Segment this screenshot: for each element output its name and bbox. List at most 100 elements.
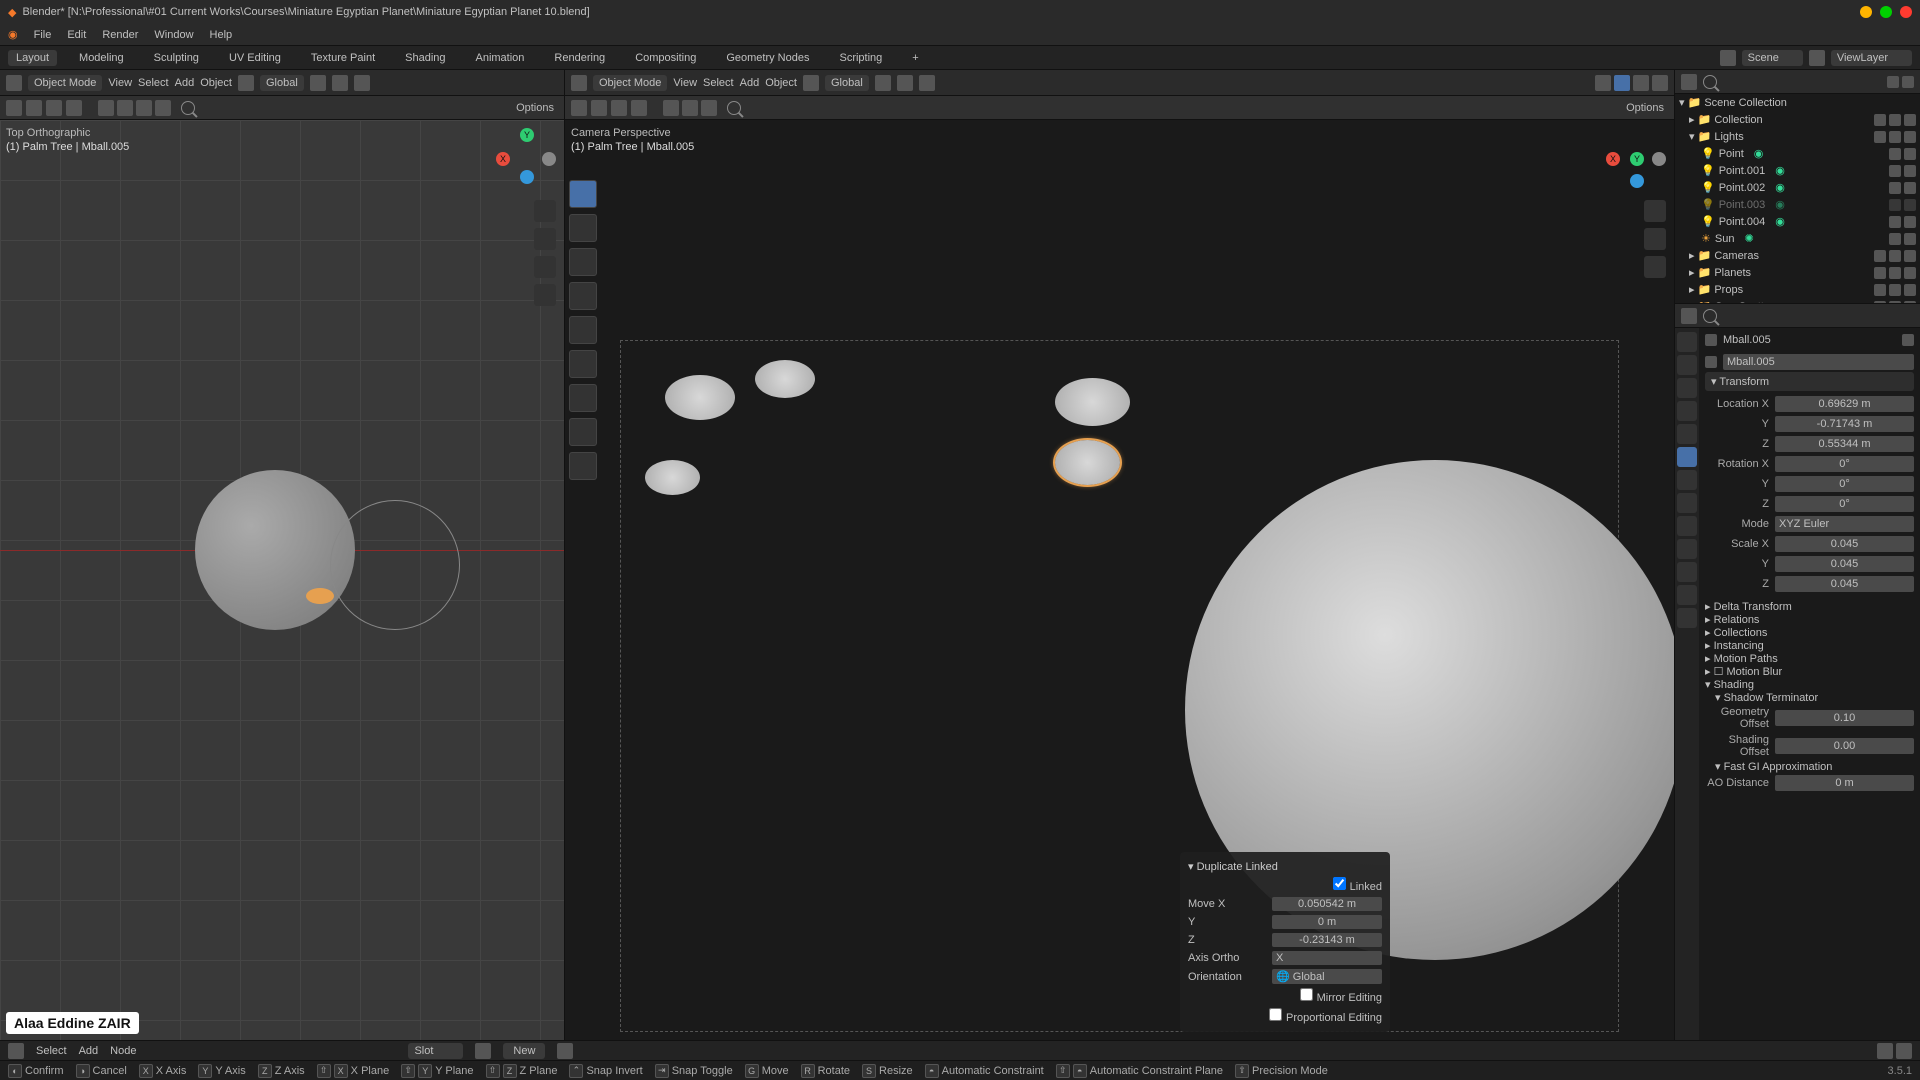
minimize-button[interactable] <box>1860 6 1872 18</box>
light-data-icon[interactable]: ◉ <box>1754 147 1764 160</box>
cloud-object[interactable] <box>755 360 815 398</box>
tab-layout[interactable]: Layout <box>8 50 57 66</box>
blender-icon[interactable]: ◉ <box>8 28 18 41</box>
tab-uv-editing[interactable]: UV Editing <box>221 50 289 66</box>
render-icon[interactable] <box>1904 182 1916 194</box>
options-dropdown[interactable]: Options <box>516 102 558 114</box>
render-icon[interactable] <box>1904 165 1916 177</box>
orientation-icon[interactable] <box>803 75 819 91</box>
gizmo-nx-icon[interactable] <box>1652 152 1666 166</box>
maximize-button[interactable] <box>1880 6 1892 18</box>
tab-compositing[interactable]: Compositing <box>627 50 704 66</box>
menu-add[interactable]: Add <box>740 77 760 89</box>
render-icon[interactable] <box>1904 131 1916 143</box>
exclude-icon[interactable] <box>1874 284 1886 296</box>
matpre-shading-icon[interactable] <box>136 100 152 116</box>
render-shading-icon[interactable] <box>155 100 171 116</box>
render-icon[interactable] <box>1904 267 1916 279</box>
physics-tab-icon[interactable] <box>1677 516 1697 536</box>
nav-gizmo[interactable]: X Y <box>496 128 556 188</box>
tool-rotate[interactable] <box>569 282 597 310</box>
options-dropdown[interactable]: Options <box>1626 102 1668 114</box>
rot-x-field[interactable]: 0° <box>1775 456 1914 472</box>
menu-object[interactable]: Object <box>200 77 232 89</box>
move-y-field[interactable]: 0 m <box>1272 915 1382 929</box>
menu-help[interactable]: Help <box>210 29 233 41</box>
light-data-icon[interactable]: ◉ <box>1775 215 1785 228</box>
pin-icon[interactable] <box>1902 334 1914 346</box>
planets-collection[interactable]: ▸ 📁 Planets <box>1689 266 1751 279</box>
relations-section[interactable]: ▸ Relations <box>1705 613 1914 626</box>
geo-offset-field[interactable]: 0.10 <box>1775 710 1914 726</box>
close-button[interactable] <box>1900 6 1912 18</box>
exclude-icon[interactable] <box>1874 267 1886 279</box>
orientation-icon[interactable] <box>238 75 254 91</box>
zoom-icon[interactable] <box>1644 200 1666 222</box>
menu-select[interactable]: Select <box>138 77 169 89</box>
scene-tab-icon[interactable] <box>1677 401 1697 421</box>
render-icon[interactable] <box>1904 216 1916 228</box>
shad-offset-field[interactable]: 0.00 <box>1775 738 1914 754</box>
new-material-button[interactable]: New <box>503 1043 545 1059</box>
cameras-collection[interactable]: ▸ 📁 Cameras <box>1689 249 1759 262</box>
render-icon[interactable] <box>1904 284 1916 296</box>
slot-selector[interactable]: Slot <box>408 1043 463 1059</box>
mesh-display-icon[interactable] <box>701 100 717 116</box>
delta-transform-section[interactable]: ▸ Delta Transform <box>1705 600 1914 613</box>
selected-cloud-top[interactable] <box>306 588 334 604</box>
cursor-icon[interactable] <box>591 100 607 116</box>
mode-selector[interactable]: Object Mode <box>593 75 667 91</box>
object-name[interactable]: Mball.005 <box>1723 334 1771 346</box>
light-item[interactable]: Sun <box>1715 233 1735 245</box>
scene-selector[interactable]: Scene <box>1742 50 1803 66</box>
light-item[interactable]: Point.003 <box>1719 199 1765 211</box>
snap-icon[interactable] <box>897 75 913 91</box>
eye-icon[interactable] <box>1889 267 1901 279</box>
solid-shading-icon[interactable] <box>117 100 133 116</box>
render-icon[interactable] <box>1904 199 1916 211</box>
light-item[interactable]: Point.001 <box>1719 165 1765 177</box>
eye-icon[interactable] <box>1889 114 1901 126</box>
overlay-icon[interactable] <box>611 100 627 116</box>
properties-panel[interactable]: Mball.005 Mball.005 ▾ Transform Location… <box>1699 328 1920 1040</box>
tab-add[interactable]: + <box>904 50 926 66</box>
constraint-tab-icon[interactable] <box>1677 539 1697 559</box>
menu-window[interactable]: Window <box>154 29 193 41</box>
eye-icon[interactable] <box>1889 250 1901 262</box>
menu-view[interactable]: View <box>673 77 697 89</box>
eye-icon[interactable] <box>1889 165 1901 177</box>
rot-z-field[interactable]: 0° <box>1775 496 1914 512</box>
eye-icon[interactable] <box>1889 216 1901 228</box>
mode-selector[interactable]: Object Mode <box>28 75 102 91</box>
light-item[interactable]: Point.004 <box>1719 216 1765 228</box>
menu-edit[interactable]: Edit <box>67 29 86 41</box>
menu-file[interactable]: File <box>34 29 52 41</box>
zoom-icon[interactable] <box>534 200 556 222</box>
output-tab-icon[interactable] <box>1677 355 1697 375</box>
tool-select-box[interactable] <box>569 180 597 208</box>
instancing-section[interactable]: ▸ Instancing <box>1705 639 1914 652</box>
loc-z-field[interactable]: 0.55344 m <box>1775 436 1914 452</box>
light-data-icon[interactable]: ◉ <box>1775 164 1785 177</box>
tab-shading[interactable]: Shading <box>397 50 453 66</box>
render-shading-icon[interactable] <box>1652 75 1668 91</box>
scale-x-field[interactable]: 0.045 <box>1775 536 1914 552</box>
tool-transform[interactable] <box>569 350 597 378</box>
menu-object[interactable]: Object <box>765 77 797 89</box>
search-icon[interactable] <box>181 101 195 115</box>
light-data-icon[interactable]: ✺ <box>1744 232 1753 245</box>
wire-shading-icon[interactable] <box>1595 75 1611 91</box>
cloud-object[interactable] <box>645 460 700 495</box>
overlay-icon[interactable] <box>46 100 62 116</box>
rot-y-field[interactable]: 0° <box>1775 476 1914 492</box>
tab-scripting[interactable]: Scripting <box>831 50 890 66</box>
loc-x-field[interactable]: 0.69629 m <box>1775 396 1914 412</box>
collection-item[interactable]: ▸ 📁 Collection <box>1689 113 1763 126</box>
linked-checkbox[interactable]: Linked <box>1333 877 1382 893</box>
render-icon[interactable] <box>1904 114 1916 126</box>
shading-section[interactable]: ▾ Shading <box>1705 678 1914 691</box>
axis-ortho-select[interactable]: X <box>1272 951 1382 965</box>
editor-type-icon[interactable] <box>571 75 587 91</box>
mesh-display-icon[interactable] <box>663 100 679 116</box>
scene-icon[interactable] <box>1720 50 1736 66</box>
